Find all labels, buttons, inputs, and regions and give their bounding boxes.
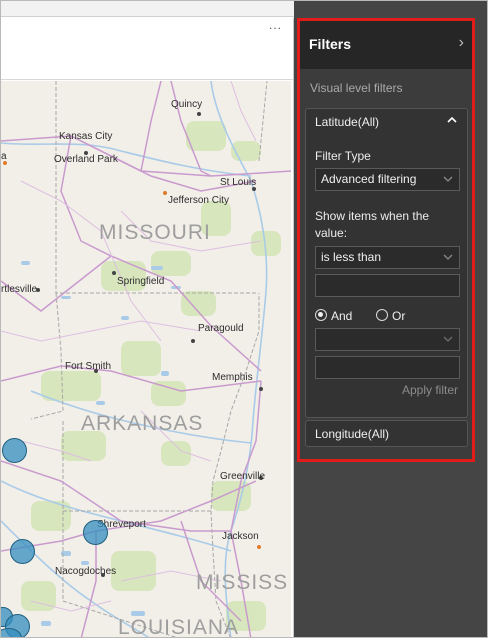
and-radio[interactable] bbox=[315, 309, 327, 321]
chevron-up-icon[interactable] bbox=[447, 115, 457, 125]
map-city-label: Jackson bbox=[222, 531, 259, 542]
map-state-label: LOUISIANA bbox=[118, 616, 240, 638]
map-city-label: rtlesville bbox=[1, 284, 38, 295]
report-top-bar bbox=[1, 1, 294, 17]
longitude-filter-card[interactable]: Longitude(All) bbox=[305, 420, 468, 447]
chevron-down-icon bbox=[443, 176, 453, 182]
map-city-label: Greenville bbox=[220, 471, 266, 482]
longitude-filter-title: Longitude(All) bbox=[315, 427, 390, 441]
value-1-input[interactable] bbox=[315, 274, 460, 297]
chevron-down-icon bbox=[443, 254, 453, 260]
filters-pane: Filters › Visual level filters Latitude(… bbox=[297, 18, 475, 462]
value-2-input[interactable] bbox=[315, 356, 460, 379]
map-state-label: MISSISS bbox=[196, 571, 289, 594]
show-items-label: Show items when the value: bbox=[315, 209, 430, 240]
filters-title: Filters bbox=[309, 36, 352, 52]
filter-type-dropdown[interactable]: Advanced filtering bbox=[315, 168, 460, 191]
map-city-label: Kansas City bbox=[59, 131, 113, 142]
map-city-label: Memphis bbox=[212, 372, 253, 383]
condition-1-value: is less than bbox=[321, 250, 382, 264]
condition-2-dropdown[interactable] bbox=[315, 328, 460, 351]
filter-type-label: Filter Type bbox=[315, 149, 371, 163]
or-radio[interactable] bbox=[376, 309, 388, 321]
chevron-right-icon[interactable]: › bbox=[459, 34, 464, 52]
filters-header: Filters › bbox=[300, 21, 472, 69]
map-city-label: Paragould bbox=[198, 323, 244, 334]
or-label: Or bbox=[392, 309, 406, 323]
apply-filter-button[interactable]: Apply filter bbox=[402, 383, 458, 397]
map-city-label: Springfield bbox=[117, 276, 165, 287]
more-options-icon[interactable]: ... bbox=[269, 19, 287, 31]
map-data-bubble[interactable] bbox=[2, 438, 27, 463]
latitude-filter-card: Latitude(All) Filter Type Advanced filte… bbox=[305, 108, 468, 418]
latitude-filter-header[interactable]: Latitude(All) bbox=[306, 109, 467, 133]
filter-type-value: Advanced filtering bbox=[321, 172, 417, 186]
map-city-label: Fort Smith bbox=[65, 361, 112, 372]
map-visual[interactable]: ... Quincy Kansas City Overland Park St … bbox=[1, 18, 294, 638]
map-city-label: a bbox=[1, 151, 7, 162]
map-city-label: St Louis bbox=[220, 177, 257, 188]
map-data-bubble[interactable] bbox=[10, 539, 35, 564]
chevron-down-icon bbox=[443, 336, 453, 342]
visual-level-filters-label: Visual level filters bbox=[310, 81, 403, 95]
map-state-label: ARKANSAS bbox=[81, 412, 204, 435]
and-label: And bbox=[331, 309, 353, 323]
map-state-label: MISSOURI bbox=[99, 221, 211, 244]
latitude-filter-title: Latitude(All) bbox=[315, 115, 380, 129]
condition-1-dropdown[interactable]: is less than bbox=[315, 246, 460, 269]
visual-header: ... bbox=[1, 18, 293, 80]
map-data-bubble[interactable] bbox=[83, 520, 108, 545]
map-city-label: Overland Park bbox=[54, 154, 118, 165]
map-city-label: Nacogdoches bbox=[55, 566, 117, 577]
map-background bbox=[1, 81, 291, 637]
map-city-label: Quincy bbox=[171, 99, 203, 110]
map-city-label: Jefferson City bbox=[168, 195, 229, 206]
map-canvas[interactable]: Quincy Kansas City Overland Park St Loui… bbox=[1, 81, 291, 638]
power-bi-report: ... Quincy Kansas City Overland Park St … bbox=[0, 0, 488, 638]
